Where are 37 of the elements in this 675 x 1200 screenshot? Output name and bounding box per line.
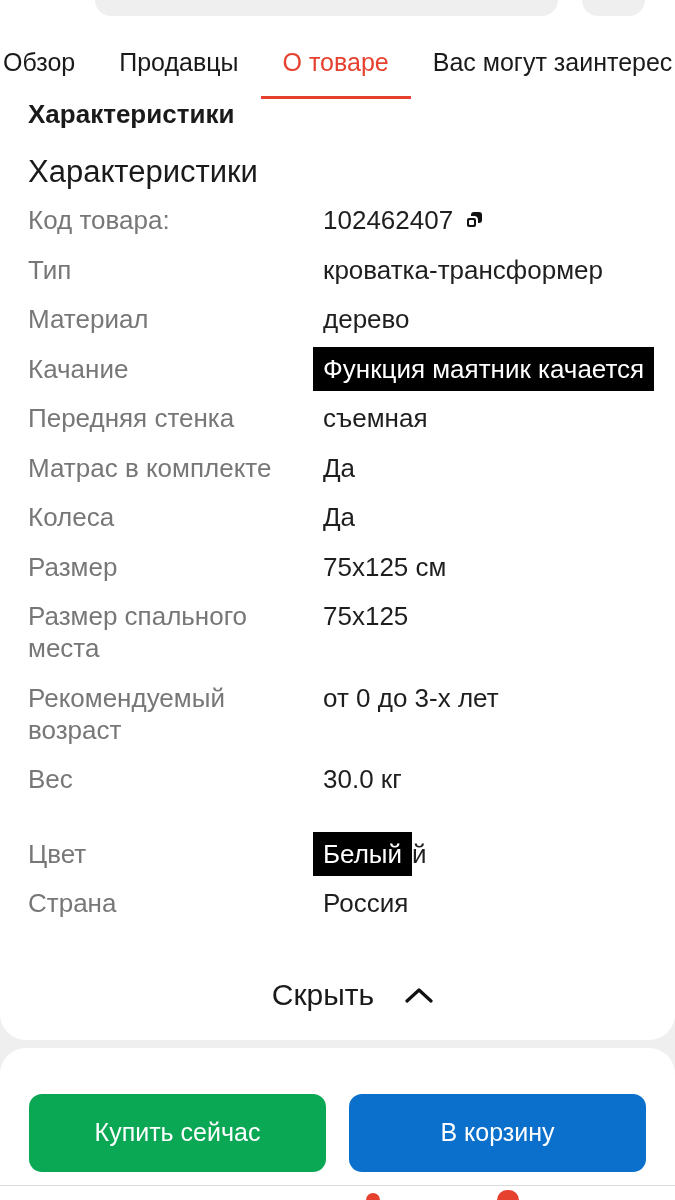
spec-value: 102462407 [323, 204, 454, 236]
spec-value: 75x125 [323, 601, 409, 631]
copy-icon[interactable] [465, 211, 484, 229]
spec-value: съемная [323, 403, 428, 433]
section-heading: Характеристики [28, 100, 235, 128]
spec-label: Цвет [28, 838, 87, 869]
spec-label: Передняя стенка [28, 403, 235, 433]
spec-label: Матрас в комплекте [28, 452, 272, 483]
spec-value: Россия [323, 888, 409, 918]
highlighted-value: Белый [313, 831, 413, 876]
spec-value: 30.0 кг [323, 764, 402, 794]
section-title: Характеристики [28, 156, 258, 188]
spec-label: Размер спального места [28, 601, 248, 663]
spec-value: Да [323, 452, 356, 483]
collapse-button[interactable]: Скрыть [241, 980, 434, 1010]
tab[interactable]: О товаре [260, 16, 411, 99]
spec-label: Рекомендуемый возраст [28, 682, 225, 745]
highlighted-value: Функция маятник качается [313, 346, 655, 391]
spec-label: Размер [28, 551, 118, 582]
spec-value: 75x125 см [323, 551, 447, 582]
spec-label: Тип [28, 254, 72, 285]
spec-value: кроватка-трансформер [323, 254, 603, 285]
spec-label: Страна [28, 888, 117, 918]
spec-value: й [412, 837, 427, 870]
spec-value: от 0 до 3-х лет [323, 682, 499, 713]
tab[interactable]: Вас могут заинтерес [410, 16, 673, 99]
tab[interactable]: Обзор [0, 16, 98, 99]
spec-label: Материал [28, 304, 149, 334]
spec-label: Колеса [28, 502, 115, 532]
tab[interactable]: Продавцы [97, 16, 261, 99]
spec-value: дерево [323, 304, 410, 334]
spec-label: Код товара: [28, 205, 170, 235]
spec-label: Вес [28, 764, 73, 794]
add-to-cart-button[interactable]: В корзину [349, 1094, 646, 1172]
badge-icon [497, 1190, 519, 1200]
spec-label: Качание [28, 353, 129, 384]
spec-value: Да [323, 502, 356, 532]
